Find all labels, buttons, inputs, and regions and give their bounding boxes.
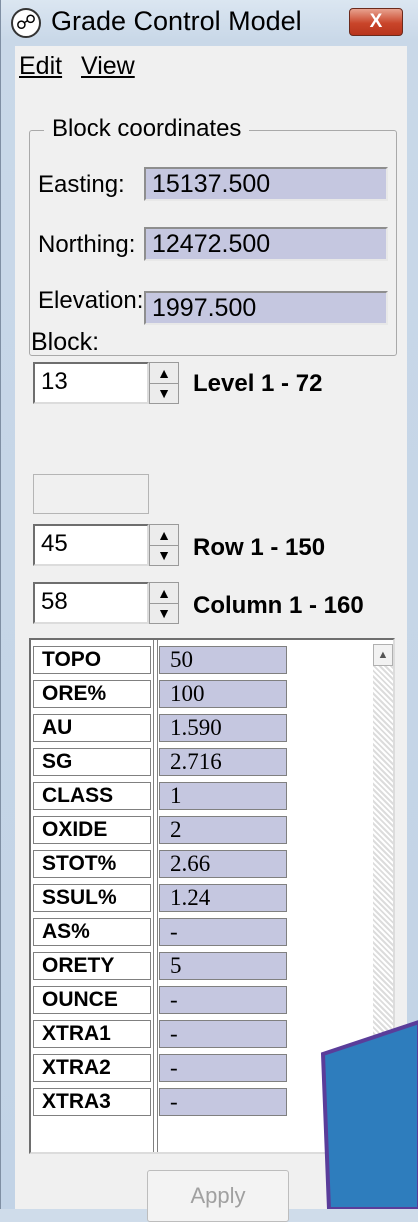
blue-overlay-shape [320, 1020, 418, 1209]
grade-control-window: ☍ Grade Control Model X Edit View Block … [0, 0, 418, 1222]
